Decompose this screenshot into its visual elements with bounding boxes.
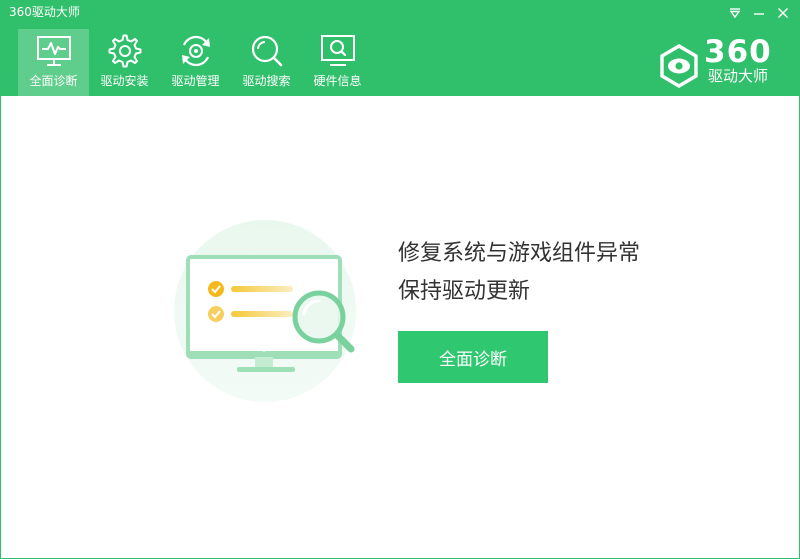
tab-driver-manage[interactable]: 驱动管理 bbox=[160, 29, 231, 96]
main-toolbar: 全面诊断 驱动安装 驱动管理 驱动搜索 硬件信息 bbox=[18, 29, 373, 96]
monitor-search-icon bbox=[320, 35, 355, 66]
window-controls bbox=[725, 3, 793, 23]
tab-driver-install[interactable]: 驱动安装 bbox=[89, 29, 160, 96]
tab-label: 硬件信息 bbox=[313, 74, 362, 88]
logo-name: 驱动大师 bbox=[708, 67, 769, 85]
headline: 修复系统与游戏组件异常 保持驱动更新 bbox=[398, 235, 640, 311]
headline-line-2: 保持驱动更新 bbox=[398, 279, 531, 304]
app-window: 360驱动大师 全面诊断 驱动安装 驱动管理 驱动搜索 硬件信息 360 驱动大… bbox=[0, 0, 800, 559]
tab-driver-search[interactable]: 驱动搜索 bbox=[231, 29, 302, 96]
headline-line-1: 修复系统与游戏组件异常 bbox=[398, 241, 641, 266]
tab-label: 驱动管理 bbox=[171, 74, 220, 88]
gear-icon bbox=[108, 34, 141, 68]
check-icon bbox=[208, 306, 224, 322]
close-button[interactable] bbox=[773, 3, 793, 23]
minimize-icon bbox=[754, 13, 764, 15]
logo-hexagon-icon bbox=[660, 44, 698, 88]
brand-logo: 360 驱动大师 bbox=[656, 35, 781, 89]
tab-label: 驱动搜索 bbox=[242, 74, 291, 88]
tab-label: 全面诊断 bbox=[29, 74, 78, 88]
close-icon bbox=[778, 8, 788, 18]
check-icon bbox=[208, 281, 224, 297]
dropdown-menu-button[interactable] bbox=[725, 3, 745, 23]
tab-label: 驱动安装 bbox=[100, 74, 149, 88]
full-diagnosis-button[interactable]: 全面诊断 bbox=[398, 331, 548, 383]
dropdown-triangle-icon bbox=[729, 8, 741, 19]
tab-hardware-info[interactable]: 硬件信息 bbox=[302, 29, 373, 96]
refresh-gear-icon bbox=[181, 35, 210, 67]
search-icon bbox=[251, 35, 282, 67]
logo-number: 360 bbox=[704, 34, 772, 70]
minimize-button[interactable] bbox=[749, 3, 769, 23]
tab-full-diagnosis[interactable]: 全面诊断 bbox=[18, 29, 89, 96]
monitor-pulse-icon bbox=[36, 36, 71, 66]
window-title: 360驱动大师 bbox=[9, 5, 80, 19]
header-bar: 360驱动大师 全面诊断 驱动安装 驱动管理 驱动搜索 硬件信息 360 驱动大… bbox=[1, 1, 799, 96]
diagnosis-illustration bbox=[171, 219, 361, 409]
